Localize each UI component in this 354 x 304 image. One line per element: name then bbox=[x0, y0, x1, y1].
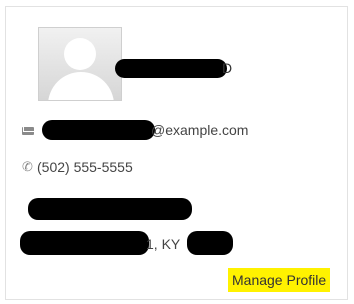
profile-phone: (502) 555-5555 bbox=[37, 159, 133, 175]
address-city-redaction bbox=[20, 231, 149, 255]
avatar bbox=[38, 27, 122, 101]
mail-icon bbox=[22, 127, 34, 135]
phone-icon: ✆ bbox=[22, 159, 33, 174]
profile-name: D bbox=[222, 60, 233, 76]
avatar-head-shape bbox=[64, 38, 96, 70]
profile-address-state: 1, KY bbox=[146, 236, 181, 252]
profile-card: D @example.com ✆ (502) 555-5555 1, KY Ma… bbox=[5, 6, 348, 300]
profile-email: @example.com bbox=[151, 122, 249, 138]
avatar-body-shape bbox=[48, 72, 114, 100]
address-line1-redaction bbox=[28, 198, 192, 220]
manage-profile-link[interactable]: Manage Profile bbox=[228, 268, 331, 292]
email-redaction bbox=[42, 120, 155, 140]
name-redaction bbox=[115, 59, 227, 78]
address-zip-redaction bbox=[187, 231, 233, 255]
